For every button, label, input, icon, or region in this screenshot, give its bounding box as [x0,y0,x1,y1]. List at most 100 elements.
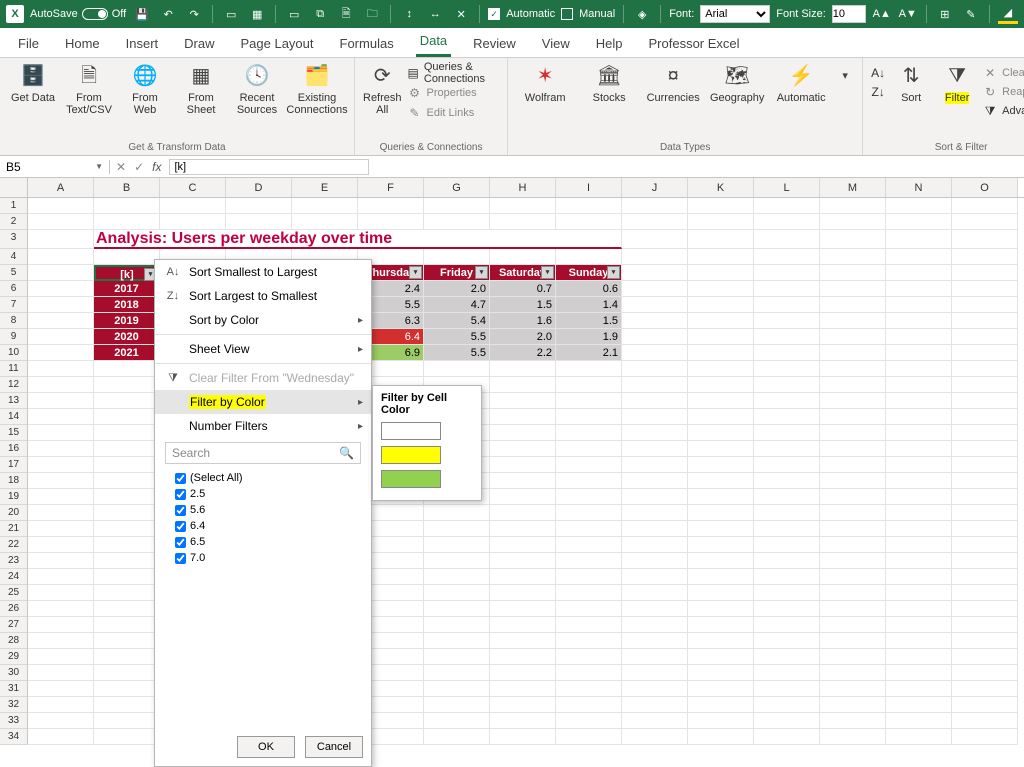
cell[interactable] [28,649,94,665]
cell[interactable] [820,473,886,489]
cell[interactable]: 1.5 [490,297,556,313]
cell[interactable] [424,633,490,649]
cell[interactable] [952,473,1018,489]
cell[interactable] [28,281,94,297]
cell[interactable] [952,505,1018,521]
cell[interactable] [556,713,622,729]
row-head[interactable]: 1 [0,198,28,214]
cell[interactable] [688,649,754,665]
automatic-button[interactable]: ⚡Automatic [772,62,830,104]
cell[interactable] [952,585,1018,601]
cell[interactable] [28,409,94,425]
cell[interactable]: 2.0 [490,329,556,345]
cell[interactable] [94,681,160,697]
row-head[interactable]: 3 [0,230,28,249]
cell[interactable] [886,265,952,281]
cell[interactable] [688,265,754,281]
cell[interactable] [952,329,1018,345]
cell[interactable] [28,425,94,441]
row-head[interactable]: 12 [0,377,28,393]
cell[interactable] [688,345,754,361]
font-select[interactable]: Arial [700,5,770,23]
cell[interactable] [28,633,94,649]
row-head[interactable]: 16 [0,441,28,457]
tab-home[interactable]: Home [61,30,104,57]
cell[interactable] [820,553,886,569]
cell[interactable] [622,313,688,329]
filter-toggle[interactable]: ▾ [607,266,620,279]
row-head[interactable]: 30 [0,665,28,681]
cell[interactable] [622,281,688,297]
cell[interactable] [424,569,490,585]
cell[interactable] [556,601,622,617]
cell[interactable] [28,361,94,377]
cell[interactable] [292,198,358,214]
cell[interactable] [886,249,952,265]
cell[interactable] [886,729,952,745]
filter-value-item[interactable]: 5.6 [175,502,351,518]
cell[interactable] [490,537,556,553]
cell[interactable] [622,649,688,665]
cell[interactable] [688,537,754,553]
cell[interactable] [820,425,886,441]
cell[interactable] [622,665,688,681]
cell[interactable] [358,198,424,214]
cell[interactable]: Sunday▾ [556,265,622,281]
cell[interactable] [28,521,94,537]
cell[interactable] [28,377,94,393]
col-head[interactable]: H [490,178,556,197]
cell[interactable] [94,489,160,505]
cell[interactable] [952,409,1018,425]
cell[interactable] [688,377,754,393]
cell[interactable] [688,230,754,249]
row-head[interactable]: 4 [0,249,28,265]
cell[interactable] [820,281,886,297]
tab-review[interactable]: Review [469,30,520,57]
row-head[interactable]: 5 [0,265,28,281]
cell[interactable] [754,230,820,249]
increase-font-icon[interactable]: A▲ [872,4,892,24]
cell[interactable] [292,214,358,230]
cell[interactable] [820,505,886,521]
cell[interactable] [94,729,160,745]
cell[interactable] [490,489,556,505]
cell[interactable] [952,345,1018,361]
cell[interactable] [424,521,490,537]
cell[interactable] [556,665,622,681]
row-head[interactable]: 2 [0,214,28,230]
cell[interactable] [490,553,556,569]
cell[interactable] [490,713,556,729]
cell[interactable] [556,697,622,713]
cell[interactable] [94,409,160,425]
cell[interactable] [952,729,1018,745]
row-head[interactable]: 18 [0,473,28,489]
cell[interactable] [886,569,952,585]
row-head[interactable]: 23 [0,553,28,569]
cell[interactable] [490,425,556,441]
cell[interactable] [688,473,754,489]
tab-insert[interactable]: Insert [122,30,163,57]
col-head[interactable]: E [292,178,358,197]
cell[interactable] [886,633,952,649]
cell[interactable] [820,393,886,409]
cell[interactable] [754,729,820,745]
cell[interactable] [688,633,754,649]
cell[interactable] [622,473,688,489]
select-all-corner[interactable] [0,178,28,197]
cell[interactable] [886,585,952,601]
cell[interactable] [952,521,1018,537]
cell[interactable]: 5.4 [424,313,490,329]
cell[interactable] [94,249,160,265]
cell[interactable] [424,505,490,521]
cell[interactable] [490,473,556,489]
cell[interactable]: 2019 [94,313,160,329]
cell[interactable] [820,665,886,681]
cell[interactable]: 0.7 [490,281,556,297]
cell[interactable]: Friday▾ [424,265,490,281]
cell[interactable] [28,585,94,601]
cell[interactable] [886,473,952,489]
cell[interactable] [490,665,556,681]
cell[interactable] [94,198,160,214]
number-filters-item[interactable]: Number Filters▸ [155,414,371,438]
cell[interactable] [754,313,820,329]
